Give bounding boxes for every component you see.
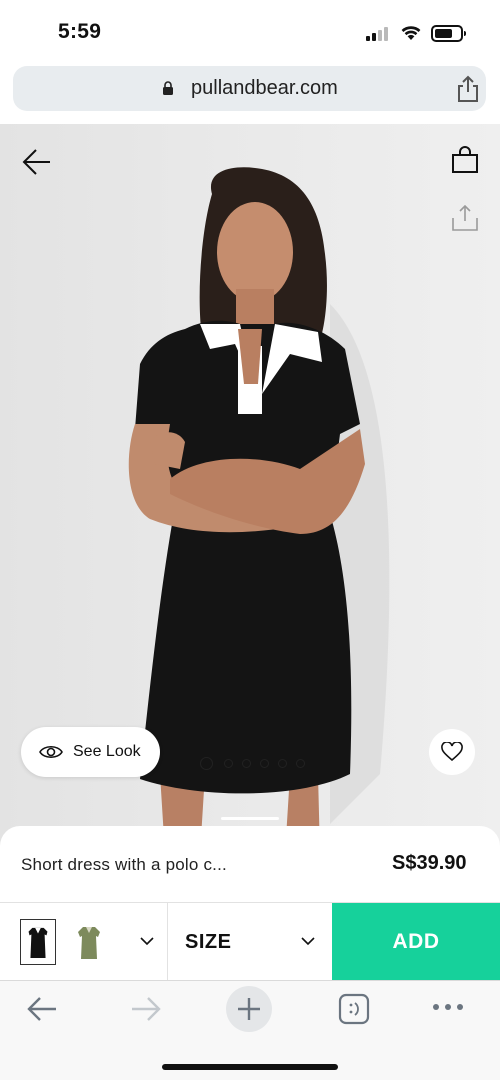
address-bar[interactable]: pullandbear.com [13,66,486,111]
size-selector[interactable]: SIZE [169,903,332,980]
product-price: S$39.90 [392,852,467,874]
eye-icon [39,745,63,759]
cellular-signal-icon [366,27,392,41]
heart-icon [441,742,463,762]
carousel-dot[interactable] [296,759,305,768]
status-time: 5:59 [58,20,102,43]
share-icon[interactable] [455,75,481,103]
carousel-dot[interactable] [278,759,287,768]
home-indicator [162,1064,338,1070]
battery-icon [431,25,466,42]
product-name: Short dress with a polo c... [21,855,227,874]
carousel-dot[interactable] [242,759,251,768]
see-look-label: See Look [73,743,141,760]
share-icon[interactable] [451,204,479,232]
size-label: SIZE [185,931,232,953]
see-look-button[interactable]: See Look [21,727,160,777]
add-to-cart-button[interactable]: ADD [332,903,500,980]
lock-icon [163,81,173,95]
new-tab-button[interactable] [226,986,272,1032]
tabs-icon[interactable] [338,993,370,1025]
chevron-down-icon [301,937,315,946]
carousel-dot[interactable] [224,759,233,768]
carousel-dot[interactable] [200,757,213,770]
browser-forward-icon[interactable] [130,995,162,1023]
chevron-down-icon [140,937,154,946]
plus-icon [238,998,260,1020]
more-icon[interactable] [432,1003,464,1011]
product-image-gallery[interactable]: See Look [0,124,500,854]
wishlist-button[interactable] [429,729,475,775]
shopping-bag-icon[interactable] [451,146,479,174]
color-swatch-green[interactable] [71,919,107,965]
carousel-dot[interactable] [260,759,269,768]
color-swatch-black[interactable] [20,919,56,965]
status-bar: 5:59 [0,0,500,62]
browser-back-icon[interactable] [26,995,58,1023]
arrow-left-icon[interactable] [22,148,52,176]
wifi-icon [401,26,421,40]
sheet-handle[interactable] [221,817,279,820]
url-text: pullandbear.com [191,77,338,99]
purchase-bar: SIZE ADD [0,902,500,980]
color-selector[interactable] [0,903,168,980]
add-button-label: ADD [392,930,440,953]
